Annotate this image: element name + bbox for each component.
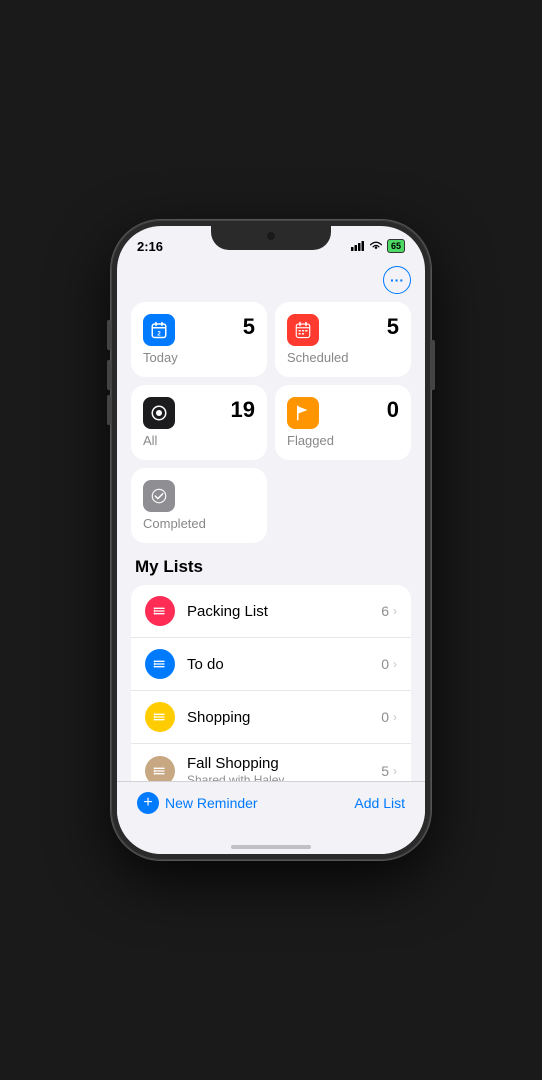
svg-text:2: 2	[157, 331, 161, 337]
completed-icon	[143, 480, 175, 512]
all-icon	[143, 397, 175, 429]
new-reminder-label: New Reminder	[165, 795, 258, 811]
flagged-count: 0	[387, 397, 399, 423]
signal-icon	[351, 241, 365, 251]
list-item-packing[interactable]: Packing List 6 ›	[131, 585, 411, 638]
today-count: 5	[243, 314, 255, 340]
fall-shopping-list-subtitle: Shared with Haley	[187, 773, 381, 781]
new-reminder-button[interactable]: + New Reminder	[137, 792, 258, 814]
plus-icon: +	[137, 792, 159, 814]
more-button[interactable]: ···	[383, 266, 411, 294]
list-item-shopping[interactable]: Shopping 0 ›	[131, 691, 411, 744]
scheduled-label: Scheduled	[287, 350, 399, 365]
packing-list-count-chevron: 6 ›	[381, 603, 397, 619]
fall-shopping-list-info: Fall Shopping Shared with Haley	[187, 755, 381, 781]
fall-shopping-list-icon	[145, 756, 175, 781]
flagged-label: Flagged	[287, 433, 399, 448]
notch	[211, 226, 331, 250]
smart-list-today[interactable]: 2 5 Today	[131, 302, 267, 377]
todo-list-icon	[145, 649, 175, 679]
main-content: ··· 2	[117, 258, 425, 781]
lists-container: Packing List 6 ›	[131, 585, 411, 781]
fall-shopping-list-name: Fall Shopping	[187, 755, 381, 772]
smart-list-scheduled[interactable]: 5 Scheduled	[275, 302, 411, 377]
smart-list-flagged[interactable]: 0 Flagged	[275, 385, 411, 460]
status-icons: 65	[351, 239, 405, 253]
notch-dot	[267, 232, 275, 240]
shopping-list-icon	[145, 702, 175, 732]
todo-list-name: To do	[187, 656, 381, 673]
packing-list-info: Packing List	[187, 603, 381, 620]
scheduled-icon	[287, 314, 319, 346]
bottom-bar: + New Reminder Add List	[117, 781, 425, 834]
smart-lists-grid: 2 5 Today	[131, 302, 411, 460]
smart-list-completed[interactable]: Completed	[131, 468, 267, 543]
wifi-icon	[369, 241, 383, 251]
all-count: 19	[231, 397, 255, 423]
add-list-button[interactable]: Add List	[354, 795, 405, 811]
my-lists-title: My Lists	[135, 557, 411, 577]
flagged-icon	[287, 397, 319, 429]
status-time: 2:16	[137, 239, 163, 254]
all-label: All	[143, 433, 255, 448]
battery-icon: 65	[387, 239, 405, 253]
todo-list-info: To do	[187, 656, 381, 673]
packing-list-icon	[145, 596, 175, 626]
today-label: Today	[143, 350, 255, 365]
list-item-fall-shopping[interactable]: Fall Shopping Shared with Haley 5 ›	[131, 744, 411, 781]
today-icon: 2	[143, 314, 175, 346]
shopping-list-info: Shopping	[187, 709, 381, 726]
home-indicator	[117, 834, 425, 854]
packing-list-name: Packing List	[187, 603, 381, 620]
fall-shopping-list-count-chevron: 5 ›	[381, 763, 397, 779]
scheduled-count: 5	[387, 314, 399, 340]
shopping-list-count-chevron: 0 ›	[381, 709, 397, 725]
smart-list-all[interactable]: 19 All	[131, 385, 267, 460]
todo-list-count-chevron: 0 ›	[381, 656, 397, 672]
completed-label: Completed	[143, 516, 255, 531]
home-bar	[231, 845, 311, 849]
shopping-list-name: Shopping	[187, 709, 381, 726]
list-item-todo[interactable]: To do 0 ›	[131, 638, 411, 691]
